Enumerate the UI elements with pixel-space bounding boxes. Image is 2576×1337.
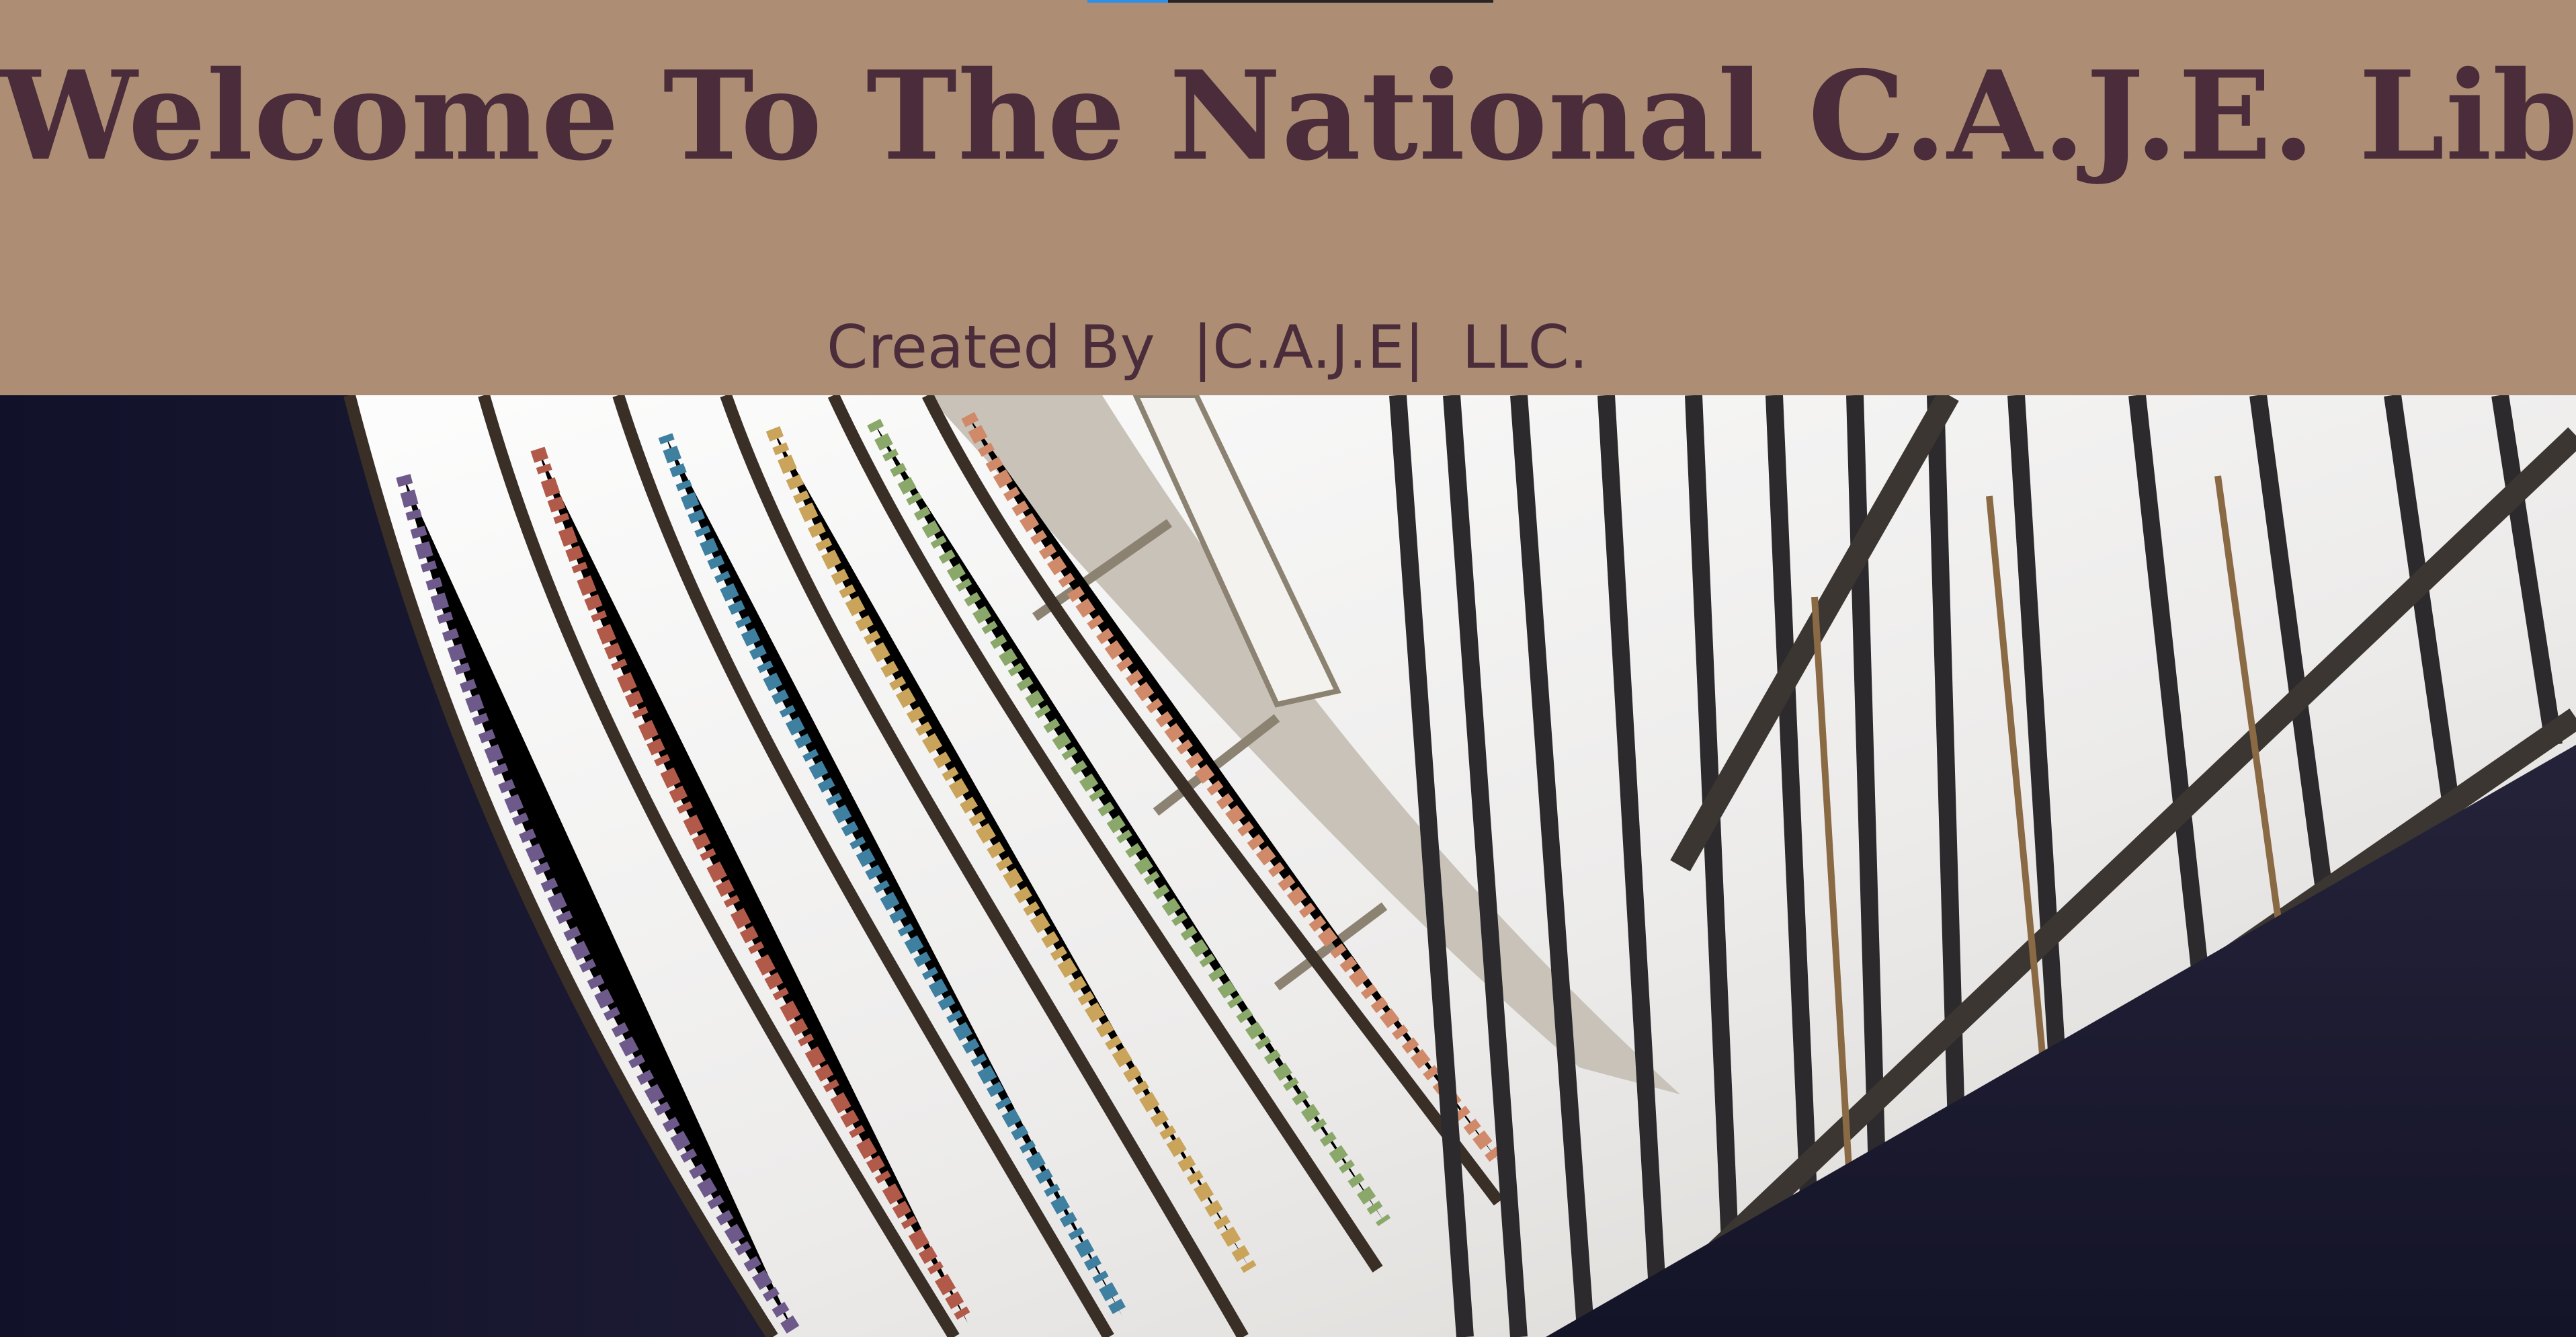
site-header: Welcome To The National C.A.J.E. Library… (0, 0, 2576, 395)
hero-image (0, 395, 2576, 1337)
library-bookshelves-photo (0, 395, 2576, 1337)
page-title: Welcome To The National C.A.J.E. Library… (0, 44, 2576, 188)
created-by-subtitle: Created By |C.A.J.E| LLC. (827, 313, 1588, 382)
top-scroll-indicator-accent (1087, 0, 1168, 3)
page: Welcome To The National C.A.J.E. Library… (0, 0, 2576, 1337)
